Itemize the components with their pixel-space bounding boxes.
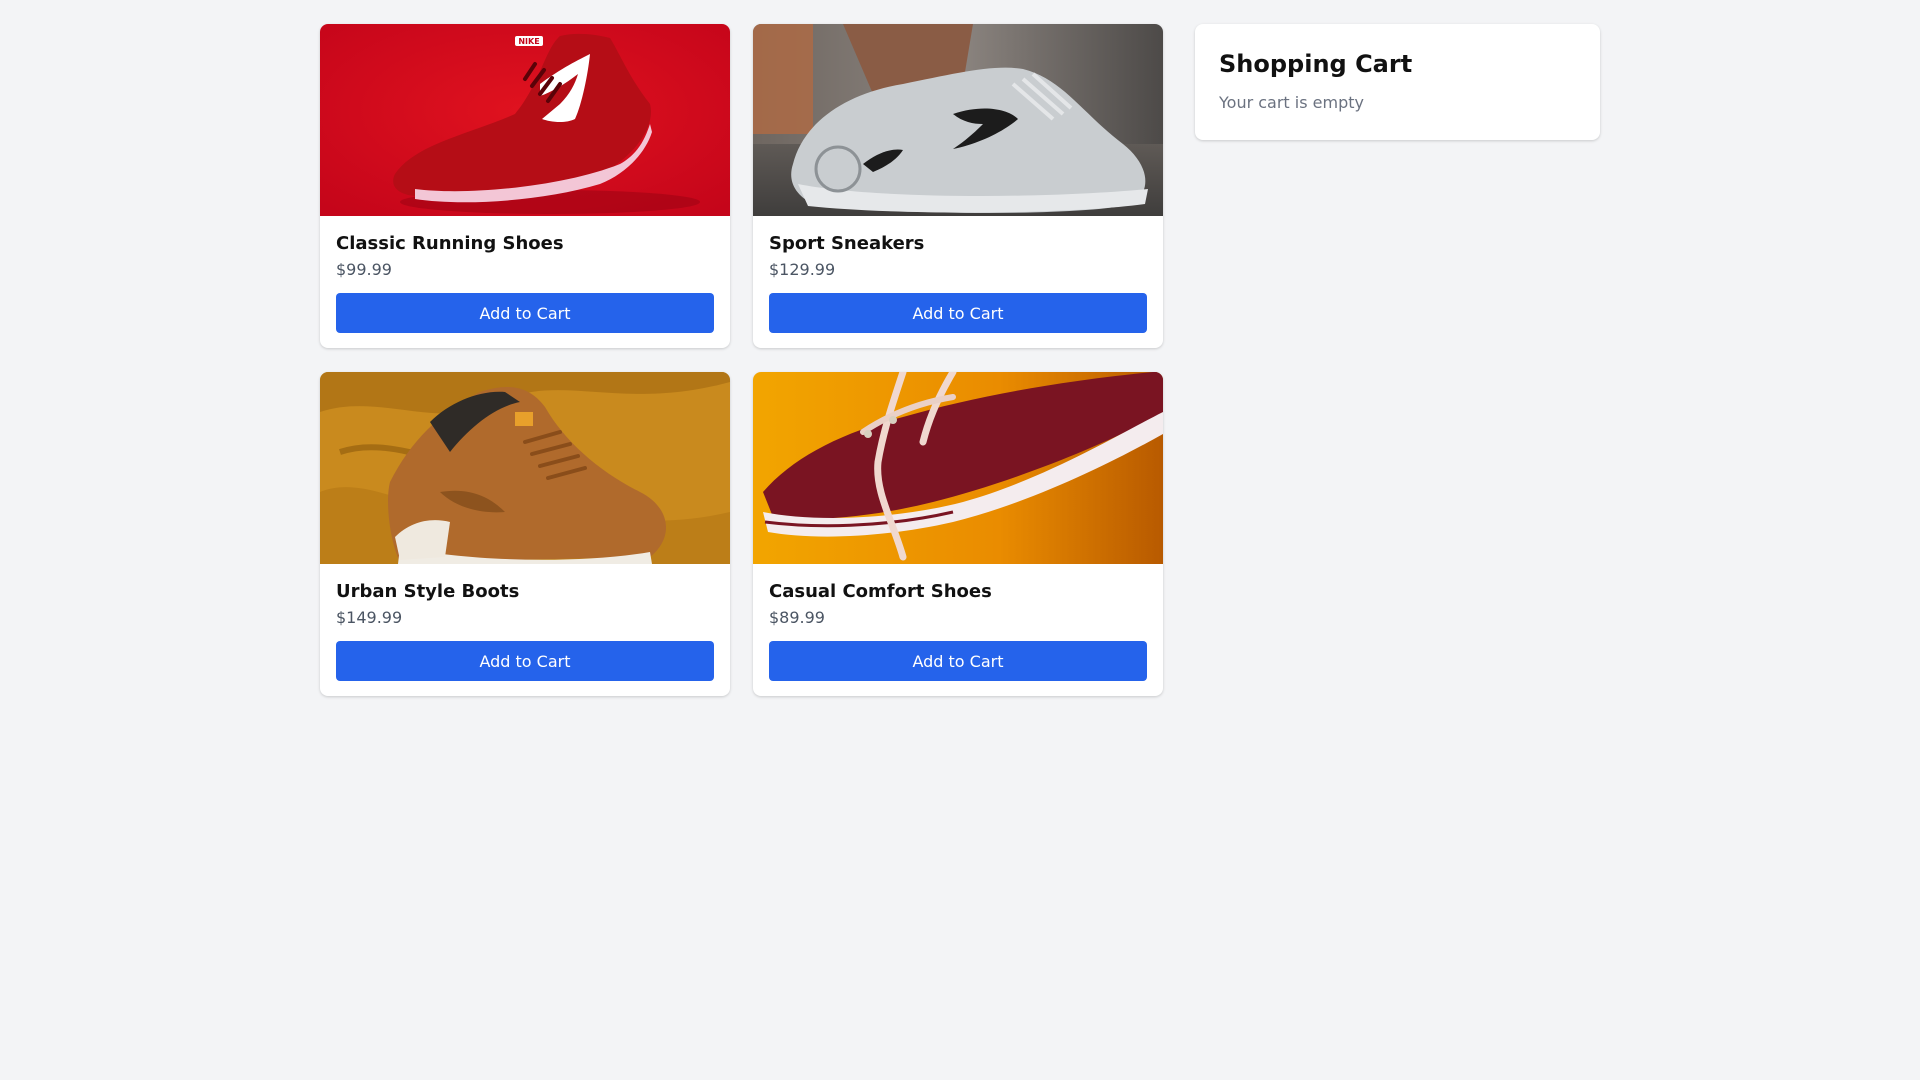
- product-name: Sport Sneakers: [769, 233, 925, 254]
- add-to-cart-button[interactable]: Add to Cart: [336, 641, 714, 681]
- add-to-cart-button[interactable]: Add to Cart: [769, 641, 1147, 681]
- add-to-cart-button[interactable]: Add to Cart: [336, 293, 714, 333]
- product-card: Urban Style Boots $149.99 Add to Cart: [320, 372, 730, 696]
- product-card: NIKE Classic Running Shoes $99.99 Add to…: [320, 24, 730, 348]
- product-card: Casual Comfort Shoes $89.99 Add to Cart: [753, 372, 1163, 696]
- product-name: Casual Comfort Shoes: [769, 581, 992, 602]
- product-price: $129.99: [769, 260, 836, 279]
- product-price: $149.99: [336, 608, 403, 627]
- page-container: NIKE Classic Running Shoes $99.99 Add to…: [320, 24, 1600, 696]
- product-price: $99.99: [336, 260, 392, 279]
- product-grid: NIKE Classic Running Shoes $99.99 Add to…: [320, 24, 1163, 696]
- add-to-cart-button[interactable]: Add to Cart: [769, 293, 1147, 333]
- maroon-canvas-shoe-image[interactable]: [753, 372, 1163, 564]
- cart-title: Shopping Cart: [1219, 50, 1413, 78]
- shopping-cart-panel: Shopping Cart Your cart is empty: [1195, 24, 1600, 140]
- tan-boot-image[interactable]: [320, 372, 730, 564]
- product-price: $89.99: [769, 608, 825, 627]
- grey-sneaker-image[interactable]: [753, 24, 1163, 216]
- product-name: Classic Running Shoes: [336, 233, 564, 254]
- red-running-shoe-image[interactable]: NIKE: [320, 24, 730, 216]
- cart-empty-message: Your cart is empty: [1219, 93, 1364, 112]
- nike-logo-text: NIKE: [518, 37, 539, 46]
- product-card: Sport Sneakers $129.99 Add to Cart: [753, 24, 1163, 348]
- product-name: Urban Style Boots: [336, 581, 520, 602]
